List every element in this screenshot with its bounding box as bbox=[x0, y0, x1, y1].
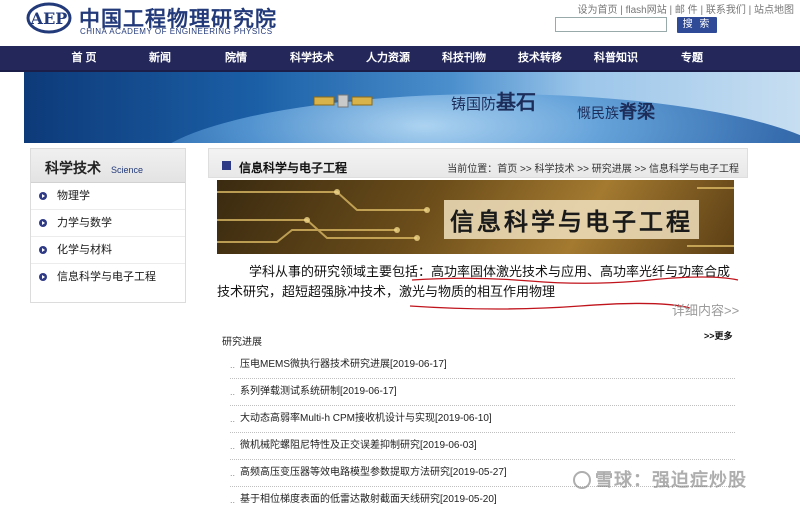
news-title[interactable]: 高频高压变压器等效电路模型参数提取方法研究[2019-05-27] bbox=[240, 467, 507, 478]
sidebar-item-chemistry-materials[interactable]: 化学与材料 bbox=[31, 237, 185, 264]
satellite-icon bbox=[314, 94, 373, 108]
arrow-bullet-icon bbox=[39, 219, 47, 227]
toplink-mail[interactable]: 邮 件 bbox=[675, 5, 698, 16]
nav-topics[interactable]: 专题 bbox=[660, 46, 724, 70]
topic-banner: 信息科学与电子工程 bbox=[217, 180, 734, 254]
nav-home[interactable]: 首 页 bbox=[52, 46, 116, 70]
sidebar-item-label: 信息科学与电子工程 bbox=[57, 271, 156, 283]
news-title[interactable]: 系列弹载测试系统研制[2019-06-17] bbox=[240, 386, 397, 397]
sidebar-item-label: 化学与材料 bbox=[57, 244, 112, 256]
nav-tech-transfer[interactable]: 技术转移 bbox=[508, 46, 572, 70]
more-news-link[interactable]: >>更多 bbox=[704, 329, 733, 342]
snowball-logo-icon bbox=[573, 471, 591, 489]
banner-slogan-1: 铸国防基石 bbox=[451, 90, 537, 114]
main-nav: 首 页 新闻 院情 科学技术 人力资源 科技刊物 技术转移 科普知识 专题 bbox=[0, 46, 800, 72]
toplink-sitemap[interactable]: 站点地图 bbox=[754, 5, 794, 16]
nav-science[interactable]: 科学技术 bbox=[280, 46, 344, 70]
dots-icon: .. bbox=[230, 495, 236, 505]
nav-journals[interactable]: 科技刊物 bbox=[432, 46, 496, 70]
sidebar-item-label: 力学与数学 bbox=[57, 217, 112, 229]
banner-slogan-2: 慨民族脊梁 bbox=[577, 102, 655, 123]
toplink-home[interactable]: 设为首页 bbox=[577, 5, 617, 16]
topic-banner-title: 信息科学与电子工程 bbox=[444, 200, 699, 239]
sidebar-item-mechanics-math[interactable]: 力学与数学 bbox=[31, 210, 185, 237]
detail-link[interactable]: 详细内容>> bbox=[672, 300, 739, 319]
watermark: 雪球：强迫症炒股 bbox=[573, 466, 747, 492]
arrow-bullet-icon bbox=[39, 246, 47, 254]
svg-text:AEP: AEP bbox=[30, 9, 68, 28]
news-title[interactable]: 基于相位梯度表面的低雷达散射截面天线研究[2019-05-20] bbox=[240, 494, 497, 505]
arrow-bullet-icon bbox=[39, 192, 47, 200]
news-title[interactable]: 微机械陀螺阻尼特性及正交误差抑制研究[2019-06-03] bbox=[240, 440, 477, 451]
nav-news[interactable]: 新闻 bbox=[128, 46, 192, 70]
search-button[interactable]: 搜 索 bbox=[677, 17, 717, 33]
toplink-contact[interactable]: 联系我们 bbox=[706, 5, 746, 16]
content-header: 信息科学与电子工程 当前位置：首页 >> 科学技术 >> 研究进展 >> 信息科… bbox=[208, 148, 748, 178]
site-title-en: CHINA ACADEMY OF ENGINEERING PHYSICS bbox=[80, 27, 273, 36]
top-links: 设为首页 | flash网站 | 邮 件 | 联系我们 | 站点地图 bbox=[577, 5, 794, 16]
search-input[interactable] bbox=[555, 17, 667, 32]
sidebar-header: 科学技术 Science bbox=[31, 149, 185, 183]
arrow-bullet-icon bbox=[39, 273, 47, 281]
dots-icon: .. bbox=[230, 414, 236, 424]
dots-icon: .. bbox=[230, 441, 236, 451]
hero-banner: 铸国防基石 慨民族脊梁 bbox=[24, 72, 800, 143]
sidebar-title: 科学技术 bbox=[45, 161, 101, 177]
nav-about[interactable]: 院情 bbox=[204, 46, 268, 70]
nav-hr[interactable]: 人力资源 bbox=[356, 46, 420, 70]
sidebar-item-physics[interactable]: 物理学 bbox=[31, 183, 185, 210]
sidebar: 科学技术 Science 物理学 力学与数学 化学与材料 信息科学与电子工程 bbox=[30, 148, 186, 303]
dots-icon: .. bbox=[230, 360, 236, 370]
section-title: 研究进展 bbox=[222, 337, 262, 348]
sidebar-item-label: 物理学 bbox=[57, 190, 90, 202]
list-item[interactable]: .. 微机械陀螺阻尼特性及正交误差抑制研究[2019-06-03] bbox=[230, 433, 735, 460]
square-bullet-icon bbox=[222, 161, 231, 170]
news-title[interactable]: 压电MEMS微执行器技术研究进展[2019-06-17] bbox=[240, 359, 447, 370]
news-title[interactable]: 大动态高弱率Multi-h CPM接收机设计与实现[2019-06-10] bbox=[240, 413, 492, 424]
list-item[interactable]: .. 压电MEMS微执行器技术研究进展[2019-06-17] bbox=[230, 352, 735, 379]
nav-popular-science[interactable]: 科普知识 bbox=[584, 46, 648, 70]
toplink-flash[interactable]: flash网站 bbox=[626, 5, 667, 16]
breadcrumb[interactable]: 当前位置：首页 >> 科学技术 >> 研究进展 >> 信息科学与电子工程 bbox=[447, 160, 739, 175]
list-item[interactable]: .. 大动态高弱率Multi-h CPM接收机设计与实现[2019-06-10] bbox=[230, 406, 735, 433]
dots-icon: .. bbox=[230, 468, 236, 478]
sidebar-item-info-electronics[interactable]: 信息科学与电子工程 bbox=[31, 264, 185, 291]
caep-logo-icon[interactable]: AEP bbox=[26, 2, 72, 34]
dots-icon: .. bbox=[230, 387, 236, 397]
site-header: AEP 中国工程物理研究院 CHINA ACADEMY OF ENGINEERI… bbox=[0, 0, 800, 46]
sidebar-subtitle: Science bbox=[111, 165, 144, 175]
list-item[interactable]: .. 系列弹载测试系统研制[2019-06-17] bbox=[230, 379, 735, 406]
page-title: 信息科学与电子工程 bbox=[239, 161, 348, 175]
